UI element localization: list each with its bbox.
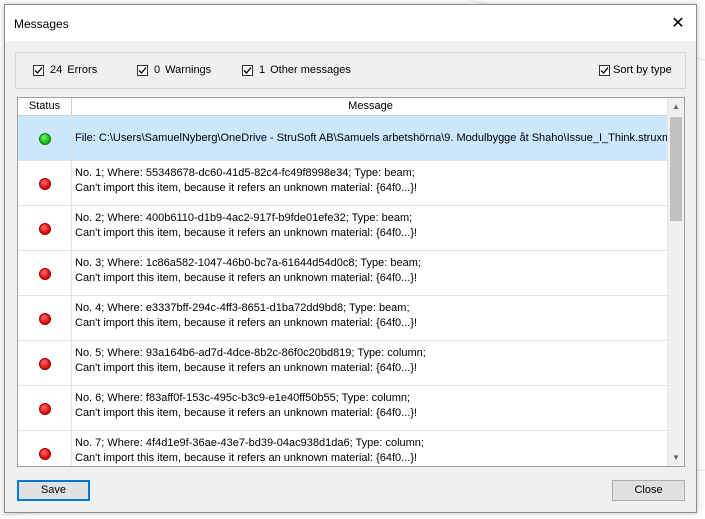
status-error-icon: [39, 448, 51, 460]
status-ok-icon: [39, 133, 51, 145]
status-cell: [18, 206, 72, 250]
status-cell: [18, 251, 72, 295]
message-line: No. 6; Where: f83aff0f-153c-495c-b3c9-e1…: [75, 392, 411, 404]
message-line: Can't import this item, because it refer…: [75, 362, 418, 374]
status-error-icon: [39, 358, 51, 370]
message-cell: No. 1; Where: 55348678-dc60-41d5-82c4-fc…: [75, 166, 665, 196]
status-cell: [18, 431, 72, 466]
table-header: Status Message: [18, 98, 669, 116]
message-line: Can't import this item, because it refer…: [75, 407, 418, 419]
status-error-icon: [39, 403, 51, 415]
status-error-icon: [39, 178, 51, 190]
status-error-icon: [39, 313, 51, 325]
other-messages-count: 1: [259, 64, 266, 76]
message-line: Can't import this item, because it refer…: [75, 272, 418, 284]
message-line: Can't import this item, because it refer…: [75, 182, 418, 194]
checkbox-box[interactable]: [599, 64, 610, 76]
warnings-checkbox[interactable]: 0 Warnings: [137, 64, 211, 76]
table-row[interactable]: No. 4; Where: e3337bff-294c-4ff3-8651-d1…: [18, 296, 669, 341]
status-cell: [18, 386, 72, 430]
status-error-icon: [39, 223, 51, 235]
status-cell: [18, 341, 72, 385]
messages-dialog: Messages ✕ 24 Errors 0 Warnings 1 Other …: [4, 4, 697, 513]
table-row[interactable]: No. 2; Where: 400b6110-d1b9-4ac2-917f-b9…: [18, 206, 669, 251]
table-row[interactable]: No. 3; Where: 1c86a582-1047-46b0-bc7a-61…: [18, 251, 669, 296]
close-icon[interactable]: ✕: [660, 5, 696, 41]
status-error-icon: [39, 268, 51, 280]
message-cell: No. 7; Where: 4f4d1e9f-36ae-43e7-bd39-04…: [75, 436, 665, 466]
message-line: No. 3; Where: 1c86a582-1047-46b0-bc7a-61…: [75, 257, 421, 269]
message-line: No. 4; Where: e3337bff-294c-4ff3-8651-d1…: [75, 302, 410, 314]
message-line: Can't import this item, because it refer…: [75, 452, 418, 464]
status-cell: [18, 296, 72, 340]
table-row[interactable]: No. 7; Where: 4f4d1e9f-36ae-43e7-bd39-04…: [18, 431, 669, 466]
checkbox-box[interactable]: [137, 64, 148, 76]
message-cell: No. 2; Where: 400b6110-d1b9-4ac2-917f-b9…: [75, 211, 665, 241]
column-header-status[interactable]: Status: [18, 98, 72, 115]
save-button[interactable]: Save: [17, 480, 90, 501]
warnings-count: 0: [154, 64, 161, 76]
message-line: Can't import this item, because it refer…: [75, 317, 418, 329]
scroll-up-arrow-icon[interactable]: ▲: [668, 98, 684, 115]
errors-label: Errors: [67, 64, 98, 76]
message-cell: No. 3; Where: 1c86a582-1047-46b0-bc7a-61…: [75, 256, 665, 286]
messages-table: Status Message File: C:\Users\SamuelNybe…: [17, 97, 685, 467]
close-button[interactable]: Close: [612, 480, 685, 501]
sort-by-type-label: Sort by type: [613, 64, 672, 76]
errors-count: 24: [50, 64, 63, 76]
errors-checkbox[interactable]: 24 Errors: [33, 64, 97, 76]
message-cell: No. 6; Where: f83aff0f-153c-495c-b3c9-e1…: [75, 391, 665, 421]
status-cell: [18, 161, 72, 205]
checkbox-box[interactable]: [33, 64, 44, 76]
message-line: File: C:\Users\SamuelNyberg\OneDrive - S…: [75, 132, 674, 144]
message-cell: No. 5; Where: 93a164b6-ad7d-4dce-8b2c-86…: [75, 346, 665, 376]
table-row[interactable]: File: C:\Users\SamuelNyberg\OneDrive - S…: [18, 116, 674, 161]
table-body: File: C:\Users\SamuelNyberg\OneDrive - S…: [18, 116, 674, 466]
message-line: No. 7; Where: 4f4d1e9f-36ae-43e7-bd39-04…: [75, 437, 424, 449]
message-line: No. 1; Where: 55348678-dc60-41d5-82c4-fc…: [75, 167, 415, 179]
other-messages-checkbox[interactable]: 1 Other messages: [242, 64, 351, 76]
column-header-message[interactable]: Message: [72, 98, 669, 115]
message-line: Can't import this item, because it refer…: [75, 227, 418, 239]
vertical-scrollbar[interactable]: ▲ ▼: [667, 98, 684, 466]
message-cell: File: C:\Users\SamuelNyberg\OneDrive - S…: [75, 131, 674, 146]
title-bar: Messages ✕: [5, 5, 696, 41]
sort-by-type-checkbox[interactable]: Sort by type: [599, 64, 672, 76]
dialog-title: Messages: [14, 17, 69, 31]
status-cell: [18, 116, 72, 160]
table-row[interactable]: No. 1; Where: 55348678-dc60-41d5-82c4-fc…: [18, 161, 669, 206]
table-row[interactable]: No. 6; Where: f83aff0f-153c-495c-b3c9-e1…: [18, 386, 669, 431]
message-cell: No. 4; Where: e3337bff-294c-4ff3-8651-d1…: [75, 301, 665, 331]
message-line: No. 2; Where: 400b6110-d1b9-4ac2-917f-b9…: [75, 212, 413, 224]
warnings-label: Warnings: [165, 64, 212, 76]
filter-bar: 24 Errors 0 Warnings 1 Other messages So…: [15, 52, 686, 89]
message-line: No. 5; Where: 93a164b6-ad7d-4dce-8b2c-86…: [75, 347, 426, 359]
scrollbar-thumb[interactable]: [670, 117, 682, 221]
table-row[interactable]: No. 5; Where: 93a164b6-ad7d-4dce-8b2c-86…: [18, 341, 669, 386]
scroll-down-arrow-icon[interactable]: ▼: [668, 449, 684, 466]
other-messages-label: Other messages: [270, 64, 351, 76]
checkbox-box[interactable]: [242, 64, 253, 76]
